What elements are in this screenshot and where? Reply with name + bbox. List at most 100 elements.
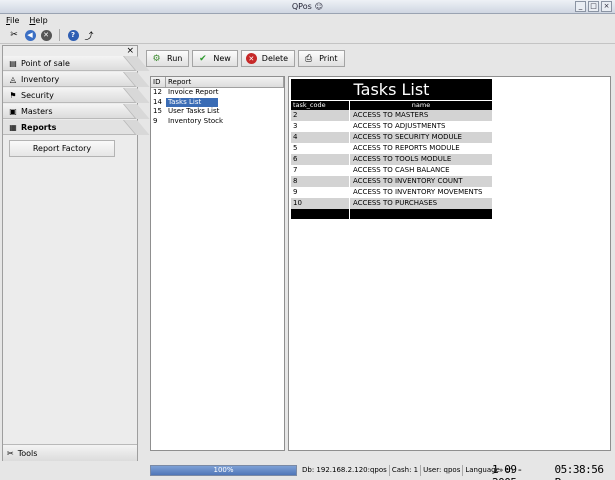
- table-row: 8 ACCESS TO INVENTORY COUNT: [291, 176, 492, 187]
- sidebar-item-label: Inventory: [21, 74, 60, 84]
- window-titlebar: QPos ☺ _ □ ×: [0, 0, 615, 14]
- toolbar-separator: [59, 29, 60, 41]
- tools-icon[interactable]: ✂: [8, 29, 20, 41]
- sidebar-item-tools[interactable]: ✂ Tools: [3, 444, 137, 461]
- delete-button-label: Delete: [261, 54, 289, 63]
- list-item[interactable]: 12 Invoice Report: [151, 88, 284, 98]
- status-bar: 100% Db: 192.168.2.120:qpos Cash: 1 User…: [0, 463, 615, 480]
- tab-bevel: [123, 104, 150, 119]
- table-row: 6 ACCESS TO TOOLS MODULE: [291, 154, 492, 165]
- table-row: 4 ACCESS TO SECURITY MODULE: [291, 132, 492, 143]
- window-controls: _ □ ×: [575, 1, 612, 12]
- sidebar-item-label: Point of sale: [21, 58, 70, 68]
- clock: 1-09-2005 05:38:56 P: [492, 463, 615, 480]
- task-name: ACCESS TO TOOLS MODULE: [353, 155, 452, 163]
- whats-this-icon[interactable]: ⤴: [83, 29, 95, 42]
- task-code: 4: [291, 132, 350, 143]
- back-icon[interactable]: ◀: [24, 29, 36, 41]
- sidebar-item-reports[interactable]: ▦ Reports: [3, 120, 150, 135]
- stop-icon[interactable]: ✕: [40, 29, 52, 41]
- list-item[interactable]: 15 User Tasks List: [151, 107, 284, 117]
- status-info: Db: 192.168.2.120:qpos Cash: 1 User: qpo…: [300, 465, 515, 476]
- tab-bevel: [123, 88, 150, 103]
- sidebar-item-masters[interactable]: ▣ Masters: [3, 104, 150, 119]
- help-icon[interactable]: ?: [67, 29, 79, 41]
- column-header-id[interactable]: ID: [151, 77, 166, 87]
- gear-icon: ⚙: [152, 53, 161, 64]
- task-code: 2: [291, 110, 350, 121]
- table-row: 10 ACCESS TO PURCHASES: [291, 198, 492, 209]
- sidebar-item-label: Tools: [17, 448, 38, 458]
- column-header-task-code: task_code: [291, 101, 350, 110]
- list-item-name: Invoice Report: [168, 88, 219, 96]
- list-item-id: 9: [153, 116, 158, 125]
- task-name: ACCESS TO PURCHASES: [353, 199, 438, 207]
- task-name: ACCESS TO INVENTORY COUNT: [353, 177, 463, 185]
- report-table-header: task_code name: [291, 101, 492, 110]
- sidebar-item-point-of-sale[interactable]: ▤ Point of sale: [3, 56, 150, 71]
- maximize-icon[interactable]: □: [588, 1, 599, 12]
- table-row: 3 ACCESS TO ADJUSTMENTS: [291, 121, 492, 132]
- sidebar-item-security[interactable]: ⚑ Security: [3, 88, 150, 103]
- list-item[interactable]: 9 Inventory Stock: [151, 117, 284, 127]
- app-icon: ☺: [314, 2, 324, 11]
- task-code: 5: [291, 143, 350, 154]
- task-name: ACCESS TO REPORTS MODULE: [353, 144, 460, 152]
- task-code: 8: [291, 176, 350, 187]
- list-item-id: 12: [153, 88, 162, 96]
- list-item-name: User Tasks List: [168, 107, 220, 115]
- minimize-icon[interactable]: _: [575, 1, 586, 12]
- status-db: Db: 192.168.2.120:qpos: [300, 465, 390, 476]
- report-actions: ⚙ Run ✔ New ✕ Delete ⎙ Print: [146, 50, 345, 67]
- printer-icon: ⎙: [304, 53, 313, 64]
- close-icon[interactable]: ×: [126, 46, 134, 56]
- task-name: ACCESS TO SECURITY MODULE: [353, 133, 462, 141]
- task-name: ACCESS TO INVENTORY MOVEMENTS: [353, 188, 483, 196]
- folder-icon: ▣: [9, 106, 17, 116]
- sidebar-item-inventory[interactable]: ◬ Inventory: [3, 72, 150, 87]
- print-button-label: Print: [319, 54, 338, 63]
- list-item-id: 15: [153, 107, 162, 115]
- progress-bar: 100%: [150, 465, 297, 476]
- task-code: 10: [291, 198, 350, 209]
- delete-button[interactable]: ✕ Delete: [240, 50, 296, 67]
- cart-icon: ▤: [9, 58, 17, 68]
- table-row: 9 ACCESS TO INVENTORY MOVEMENTS: [291, 187, 492, 198]
- table-row: 7 ACCESS TO CASH BALANCE: [291, 165, 492, 176]
- task-code: 6: [291, 154, 350, 165]
- report-list-header: ID Report: [151, 77, 284, 88]
- task-code: 9: [291, 187, 350, 198]
- box-icon: ◬: [9, 74, 17, 84]
- report-table: task_code name 2 ACCESS TO MASTERS 3 ACCES…: [291, 101, 492, 219]
- close-window-icon[interactable]: ×: [601, 1, 612, 12]
- list-item-name: Tasks List: [166, 97, 218, 107]
- report-factory-button[interactable]: Report Factory: [9, 140, 115, 157]
- run-button[interactable]: ⚙ Run: [146, 50, 190, 67]
- report-list: ID Report 12 Invoice Report 14 Tasks Lis…: [150, 76, 285, 451]
- list-item-selected[interactable]: 14 Tasks List: [151, 97, 284, 107]
- new-button[interactable]: ✔ New: [192, 50, 238, 67]
- print-button[interactable]: ⎙ Print: [298, 50, 345, 67]
- report-title: Tasks List: [291, 79, 492, 100]
- menu-file[interactable]: File: [6, 16, 19, 25]
- run-button-label: Run: [167, 54, 183, 63]
- progress-text: 100%: [213, 466, 234, 474]
- column-header-report[interactable]: Report: [166, 77, 284, 87]
- new-button-label: New: [213, 54, 231, 63]
- task-name: ACCESS TO MASTERS: [353, 111, 429, 119]
- status-date: 1-09-2005: [492, 463, 523, 480]
- status-cash: Cash: 1: [390, 465, 422, 476]
- column-header-name: name: [411, 101, 431, 109]
- wrench-icon: ✂: [7, 448, 14, 458]
- tab-bevel: [123, 120, 150, 135]
- sidebar-item-label: Security: [21, 90, 54, 100]
- status-time: 05:38:56 P: [554, 463, 604, 480]
- task-code: 7: [291, 165, 350, 176]
- sidebar-item-label: Reports: [21, 122, 57, 132]
- shield-icon: ⚑: [9, 90, 17, 100]
- menu-help[interactable]: Help: [29, 16, 47, 25]
- menu-bar: File Help: [0, 14, 615, 26]
- tab-bevel: [123, 72, 150, 87]
- list-item-name: Inventory Stock: [168, 116, 224, 125]
- report-preview: Tasks List task_code name 2 ACCESS TO MAS…: [288, 76, 611, 451]
